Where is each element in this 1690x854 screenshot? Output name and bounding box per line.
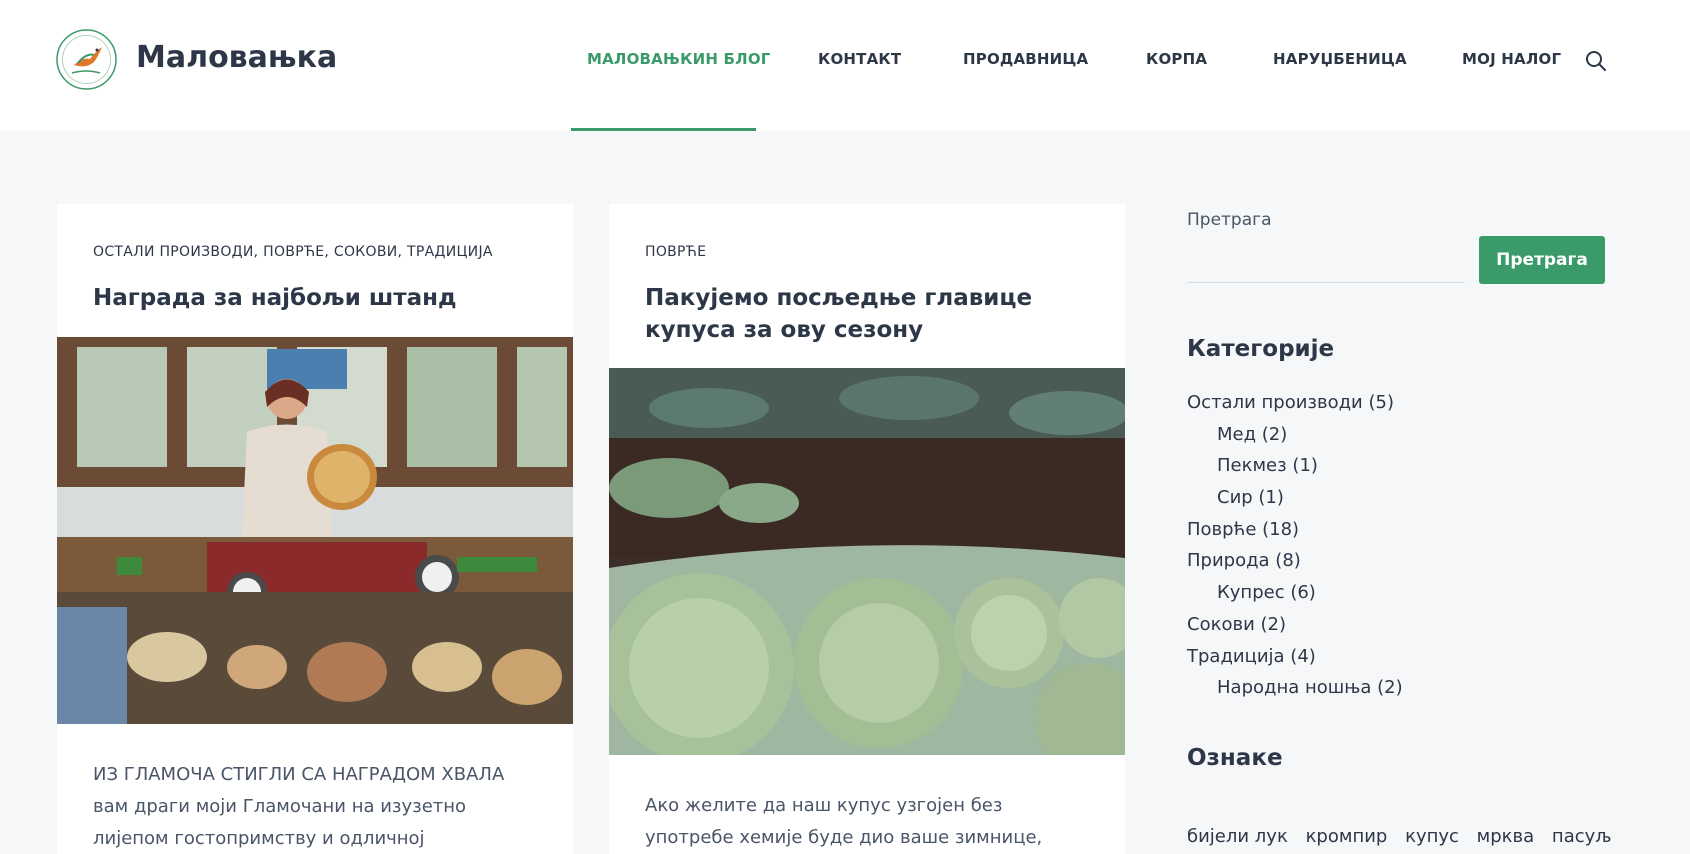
tag-cloud: бијели лук кромпир купус мрква пасуљ [1187, 826, 1624, 847]
site-title[interactable]: Маловањка [136, 40, 337, 75]
post-excerpt: ИЗ ГЛАМОЧА СТИГЛИ СА НАГРАДОМ ХВАЛА вам … [93, 764, 505, 849]
post-title[interactable]: Пакујемо посљедње главице купуса за ову … [645, 282, 1095, 346]
search-icon[interactable] [1584, 49, 1608, 73]
post-card: ОСТАЛИ ПРОИЗВОДИ, ПОВРЋЕ, СОКОВИ, ТРАДИЦ… [57, 204, 573, 854]
search-button[interactable]: Претрага [1479, 236, 1605, 284]
tag-link[interactable]: пасуљ [1552, 826, 1612, 847]
category-item[interactable]: Купрес (6) [1187, 579, 1403, 611]
categories-heading: Категорије [1187, 336, 1335, 362]
nav-item-shop[interactable]: ПРОДАВНИЦА [963, 50, 1088, 68]
active-nav-indicator [571, 128, 756, 131]
tag-link[interactable]: купус [1405, 826, 1459, 847]
category-item[interactable]: Народна ношња (2) [1187, 674, 1403, 706]
category-item[interactable]: Природа (8) [1187, 547, 1403, 579]
post-title[interactable]: Награда за најбољи штанд [93, 282, 543, 314]
search-input[interactable] [1187, 237, 1465, 283]
post-categories[interactable]: ОСТАЛИ ПРОИЗВОДИ, ПОВРЋЕ, СОКОВИ, ТРАДИЦ… [93, 244, 493, 260]
nav-item-my-account[interactable]: МОЈ НАЛОГ [1462, 50, 1561, 68]
categories-list: Остали производи (5) Мед (2) Пекмез (1) … [1187, 389, 1403, 706]
category-item[interactable]: Пекмез (1) [1187, 452, 1403, 484]
bird-logo-icon[interactable] [56, 29, 117, 90]
tag-link[interactable]: мрква [1477, 826, 1535, 847]
category-item[interactable]: Сокови (2) [1187, 611, 1403, 643]
post-excerpt: Ако желите да наш купус узгојен без упот… [645, 795, 1043, 848]
category-item[interactable]: Мед (2) [1187, 421, 1403, 453]
category-item[interactable]: Сир (1) [1187, 484, 1403, 516]
post-image-market-stand[interactable] [57, 337, 573, 724]
tags-heading: Ознаке [1187, 745, 1283, 771]
tag-link[interactable]: кромпир [1306, 826, 1388, 847]
site-header: Маловањка МАЛОВАЊКИН БЛОГ КОНТАКТ ПРОДАВ… [0, 0, 1690, 131]
post-categories[interactable]: ПОВРЋЕ [645, 244, 706, 260]
nav-item-blog[interactable]: МАЛОВАЊКИН БЛОГ [587, 50, 771, 68]
post-image-cabbages[interactable] [609, 368, 1125, 755]
nav-item-order-form[interactable]: НАРУЏБЕНИЦА [1273, 50, 1407, 68]
category-item[interactable]: Остали производи (5) [1187, 389, 1403, 421]
search-label: Претрага [1187, 210, 1272, 230]
category-item[interactable]: Поврће (18) [1187, 516, 1403, 548]
tag-link[interactable]: бијели лук [1187, 826, 1288, 847]
category-item[interactable]: Традиција (4) [1187, 643, 1403, 675]
post-card: ПОВРЋЕ Пакујемо посљедње главице купуса … [609, 204, 1125, 854]
nav-item-contact[interactable]: КОНТАКТ [818, 50, 901, 68]
nav-item-cart[interactable]: КОРПА [1146, 50, 1207, 68]
